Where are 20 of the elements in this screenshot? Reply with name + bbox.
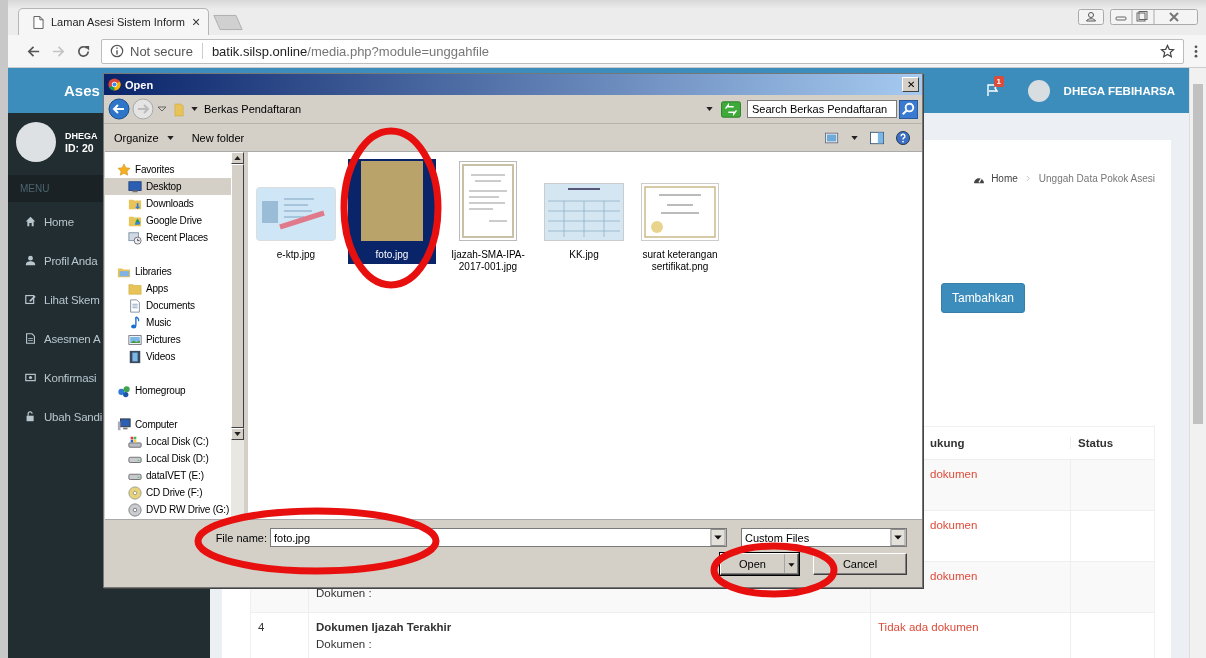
document-status: Tidak ada dokumen — [878, 621, 979, 633]
url-text: batik.silsp.online/media.php?module=unggahfile — [211, 43, 490, 59]
app-title: Ases — [64, 82, 100, 99]
notification-count: 1 — [993, 75, 1005, 87]
document-status: dokumen — [929, 519, 978, 531]
document-title: Dokumen Ijazah Terakhir — [316, 621, 452, 633]
document-label: Dokumen : — [316, 587, 372, 599]
tab-title: Laman Asesi Sistem Inform — [51, 16, 185, 28]
column-header: Status — [1078, 437, 1114, 449]
file-name-label: File name: — [214, 531, 268, 544]
user-id: ID: 20 — [65, 142, 95, 154]
document-status: dokumen — [929, 570, 978, 582]
dialog-title: Open — [125, 78, 154, 91]
breadcrumb-current: Unggah Data Pokok Asesi — [1038, 173, 1155, 184]
user-name: DHEGA — [65, 130, 98, 142]
row-number: 4 — [258, 621, 265, 633]
security-label: Not secure — [130, 43, 193, 59]
column-header: ukung — [929, 437, 965, 449]
document-label: Dokumen : — [316, 638, 372, 650]
document-status: dokumen — [929, 468, 978, 480]
